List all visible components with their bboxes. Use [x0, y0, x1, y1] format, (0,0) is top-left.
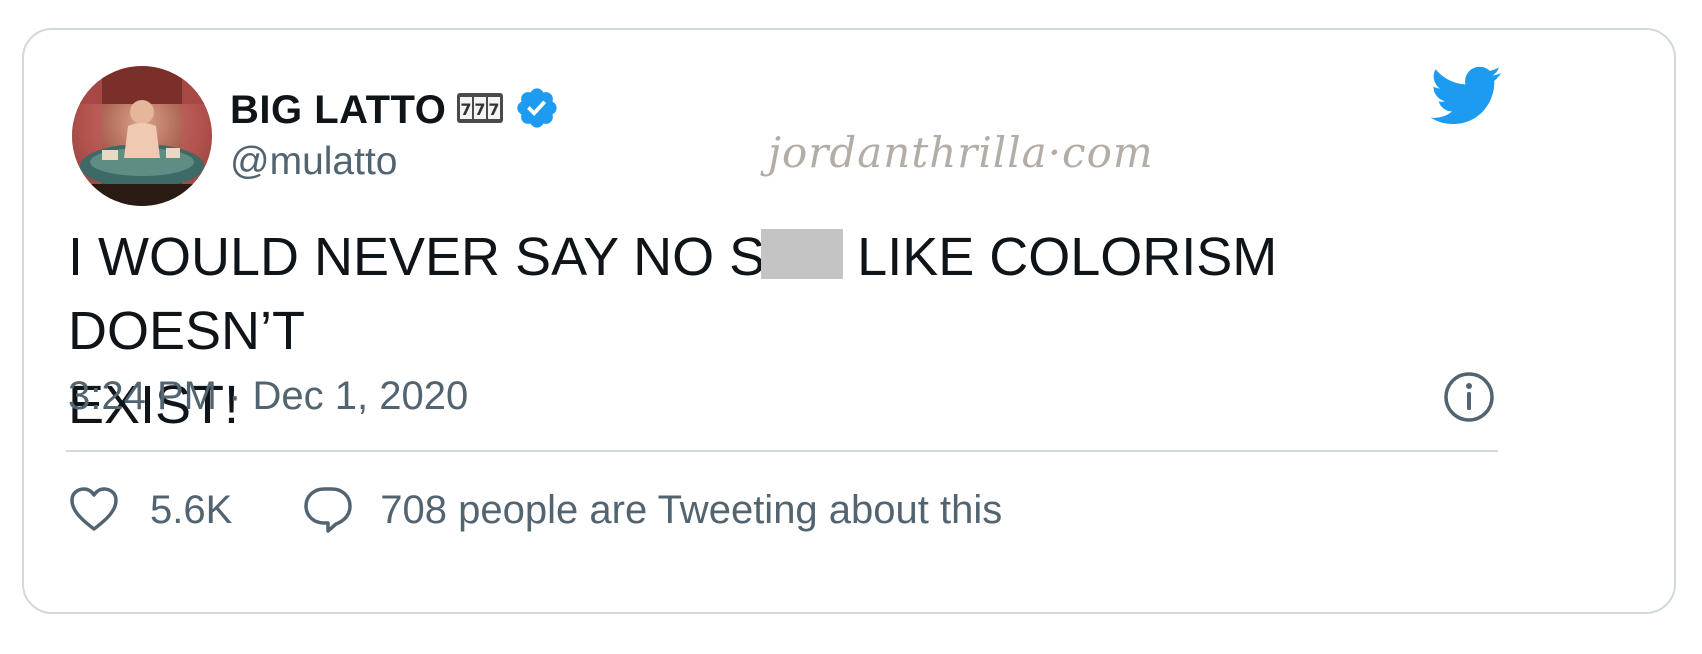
- svg-text:7: 7: [489, 100, 500, 119]
- redaction-block: [761, 229, 844, 279]
- twitter-bird-icon[interactable]: [1430, 66, 1502, 126]
- info-icon[interactable]: [1442, 370, 1496, 424]
- tweet-card[interactable]: BIG LATTO 7 7 7 @mulatto jordanthrilla·c…: [22, 28, 1676, 614]
- people-tweeting-text[interactable]: 708 people are Tweeting about this: [380, 488, 1002, 533]
- watermark: jordanthrilla·com: [768, 128, 1154, 177]
- like-count: 5.6K: [150, 487, 233, 532]
- divider: [66, 450, 1498, 452]
- svg-text:7: 7: [461, 100, 472, 119]
- slot-machine-emoji-icon: 7 7 7: [456, 91, 504, 130]
- tweet-timestamp[interactable]: 3:24 PM · Dec 1, 2020: [68, 374, 468, 419]
- author-handle[interactable]: @mulatto: [230, 140, 397, 184]
- author-name[interactable]: BIG LATTO: [230, 88, 446, 133]
- tweeting-about-link[interactable]: 708 people are Tweeting about this: [302, 485, 1002, 535]
- speech-bubble-icon[interactable]: [302, 485, 354, 535]
- verified-check-icon[interactable]: [514, 85, 560, 136]
- action-bar: 5.6K 708 people are Tweeting about this: [68, 482, 1002, 538]
- author-row: BIG LATTO 7 7 7: [230, 82, 560, 138]
- avatar[interactable]: [72, 66, 212, 206]
- heart-icon[interactable]: [68, 485, 120, 535]
- like-button[interactable]: 5.6K: [68, 485, 232, 535]
- svg-text:7: 7: [475, 100, 486, 119]
- tweet-text-part1: I WOULD NEVER SAY NO S: [68, 227, 766, 287]
